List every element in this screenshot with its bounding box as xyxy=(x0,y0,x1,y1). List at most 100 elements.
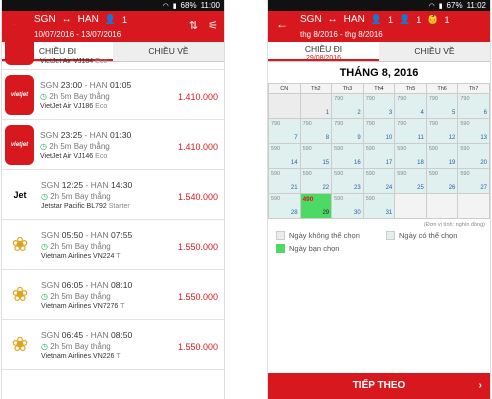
arrival-time: 08:50 xyxy=(110,329,133,340)
day-number: 31 xyxy=(385,210,393,216)
departure-time: 23:00 xyxy=(60,79,83,90)
day-number: 26 xyxy=(448,185,456,191)
calendar-day[interactable]: 790 5 xyxy=(425,93,459,119)
day-price: 590 xyxy=(428,171,438,177)
departure-time: 05:50 xyxy=(61,229,84,240)
price-unit-note: (Đơn vị tính: nghìn đồng) xyxy=(423,222,485,228)
tab-outbound[interactable]: CHIỀU ĐI 29/08/2016 xyxy=(268,42,379,62)
infant-icon: 👶 xyxy=(427,14,439,24)
tab-return[interactable]: CHIỀU VỀ xyxy=(379,42,490,61)
calendar-day[interactable]: 790 3 xyxy=(362,93,396,119)
airline-name: Jetstar Pacific xyxy=(41,202,85,210)
calendar-day[interactable]: 790 10 xyxy=(362,118,396,144)
day-number: 19 xyxy=(448,160,456,166)
calendar-day[interactable]: 590 27 xyxy=(457,168,490,194)
flight-row[interactable]: vietjet SGN 23:00 - HAN 01:05 ◷ 2h 5m Ba… xyxy=(2,70,224,120)
day-price: 590 xyxy=(302,146,312,152)
flight-code: BL792 xyxy=(86,202,107,210)
calendar-screen: ◠ ▮ 67% 11:02 ← SGN ↔ HAN 👤 1 👤 1 👶 1 th… xyxy=(267,0,491,399)
calendar-day[interactable]: 590 22 xyxy=(299,168,333,194)
calendar-day[interactable]: 590 31 xyxy=(362,193,396,219)
route-summary: SGN ↔ HAN 👤 1 👤 1 👶 1 xyxy=(300,14,450,25)
flight-row[interactable]: ❀ SGN 06:45 - HAN 08:50 ◷ 2h 5m Bay thẳn… xyxy=(2,320,224,370)
flight-times: SGN 05:50 - HAN 07:55 xyxy=(41,229,133,240)
origin-code: SGN xyxy=(300,14,322,25)
direction-tabs: CHIỀU ĐI 29/08/2016 CHIỀU VỀ xyxy=(268,42,490,62)
calendar-day[interactable]: 790 4 xyxy=(394,93,427,119)
day-number: 9 xyxy=(357,135,361,141)
flight-carrier-row: VietJet Air VJ146 Eco xyxy=(40,153,224,160)
day-number: 17 xyxy=(385,160,393,166)
filter-icon[interactable]: ⚟ xyxy=(208,19,218,32)
day-price: 590 xyxy=(271,196,281,202)
calendar-day[interactable]: 590 30 xyxy=(331,193,364,219)
day-price: 590 xyxy=(334,196,344,202)
day-price: 790 xyxy=(334,96,344,102)
flight-row[interactable]: ❀ SGN 06:05 - HAN 08:10 ◷ 2h 5m Bay thẳn… xyxy=(2,270,224,320)
calendar-week: 590 14 590 15 590 16 590 17 590 18 590 19 590 20 xyxy=(268,143,490,169)
calendar-day[interactable]: 590 25 xyxy=(394,168,427,194)
weekday-label: Th3 xyxy=(331,83,364,94)
origin: SGN xyxy=(40,79,59,90)
calendar-day[interactable]: 590 19 xyxy=(425,143,459,169)
day-price: 590 xyxy=(365,146,375,152)
toolbar: ⇅ ⚟ xyxy=(189,19,218,32)
roundtrip-icon: ↔ xyxy=(61,14,72,25)
calendar-day[interactable]: 590 21 xyxy=(268,168,301,194)
calendar-day[interactable]: 790 12 xyxy=(425,118,459,144)
calendar-day[interactable]: 790 6 xyxy=(457,93,490,119)
day-number: 27 xyxy=(480,185,487,191)
flight-price: 1.550.000 xyxy=(177,242,218,252)
flight-row[interactable]: vietjet SGN 23:25 - HAN 01:30 ◷ 2h 5m Ba… xyxy=(2,120,224,170)
calendar-month-title: THÁNG 8, 2016 xyxy=(339,67,419,79)
arrival-time: 01:30 xyxy=(109,129,132,140)
clock-icon: ◷ xyxy=(41,341,48,351)
back-arrow-icon[interactable]: ← xyxy=(276,17,288,31)
flight-info: VietJet Air VJ184 Eco xyxy=(40,56,224,65)
calendar-day[interactable]: 590 16 xyxy=(331,143,364,169)
calendar-day[interactable]: 790 7 xyxy=(268,118,301,144)
calendar-day[interactable]: 790 9 xyxy=(331,118,364,144)
stop-type: Bay thẳng xyxy=(74,341,111,351)
flight-row[interactable]: VietJet Air VJ184 Eco xyxy=(2,25,224,70)
flight-row[interactable]: Jet SGN 12:25 - HAN 14:30 ◷ 2h 5m Bay th… xyxy=(2,170,224,220)
tab-outbound-date: 29/08/2016 xyxy=(305,55,342,62)
calendar-day[interactable]: 790 8 xyxy=(299,118,333,144)
arrival-time: 14:30 xyxy=(110,179,133,190)
airline-name: VietJet Air xyxy=(40,58,72,65)
weekday-header: CN Th2 Th3 Th4 Th5 Th6 Th7 xyxy=(268,83,490,94)
fare-class: T xyxy=(116,352,121,360)
arrival-time: 07:55 xyxy=(110,229,133,240)
sort-icon[interactable]: ⇅ xyxy=(189,19,198,32)
date-range: 10/07/2016 - 13/07/2016 xyxy=(34,30,122,39)
duration: 2h 5m xyxy=(49,141,72,151)
adult-icon: 👤 xyxy=(104,14,117,24)
calendar-day[interactable]: 790 11 xyxy=(394,118,427,144)
calendar-day[interactable]: 590 23 xyxy=(331,168,364,194)
day-price: 590 xyxy=(428,146,438,152)
day-number: 2 xyxy=(357,110,361,116)
status-bar: ◠ ▮ 67% 11:02 xyxy=(268,0,490,11)
calendar-day[interactable]: 590 13 xyxy=(457,118,490,144)
flight-times: SGN 12:25 - HAN 14:30 xyxy=(41,179,133,190)
calendar-day-selected[interactable]: 490 29 xyxy=(299,193,333,219)
adult-count: 1 xyxy=(388,14,394,25)
calendar-day[interactable]: 590 14 xyxy=(268,143,301,169)
calendar-day[interactable]: 590 17 xyxy=(362,143,396,169)
calendar-day[interactable]: 590 20 xyxy=(457,143,490,169)
duration: 2h 5m xyxy=(49,91,72,101)
child-icon: 👤 xyxy=(399,14,411,24)
flight-row[interactable]: ❀ SGN 05:50 - HAN 07:55 ◷ 2h 5m Bay thẳn… xyxy=(2,220,224,270)
jetstar-logo: Jet xyxy=(13,189,27,200)
next-button[interactable]: TIẾP THEO › xyxy=(268,373,490,399)
calendar-day[interactable]: 590 28 xyxy=(268,193,301,219)
calendar-day[interactable]: 590 24 xyxy=(362,168,396,194)
vietnam-airlines-logo: ❀ xyxy=(11,334,29,356)
destination-code: HAN xyxy=(343,14,365,25)
calendar-day[interactable]: 590 15 xyxy=(299,143,333,169)
calendar-day[interactable]: 790 2 xyxy=(331,93,364,119)
calendar-day xyxy=(425,193,459,219)
calendar-day[interactable]: 590 26 xyxy=(425,168,459,194)
calendar-day[interactable]: 590 18 xyxy=(394,143,427,169)
clock-icon: ◷ xyxy=(41,191,48,201)
